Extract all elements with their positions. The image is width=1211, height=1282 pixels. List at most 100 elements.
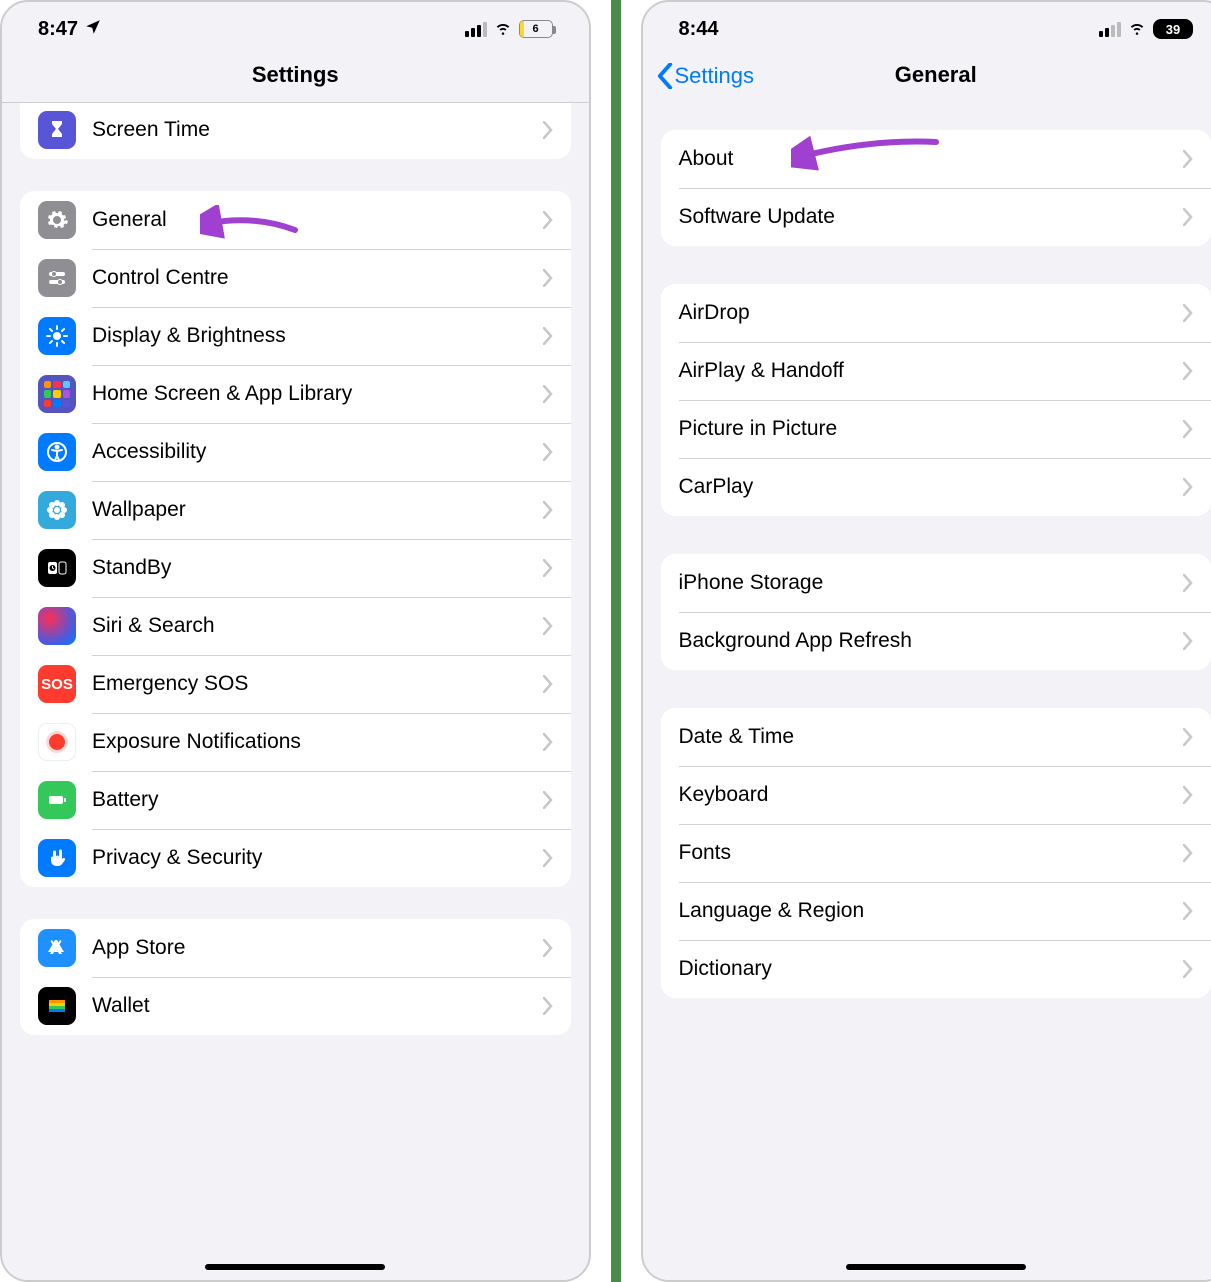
row-label: General: [92, 208, 543, 232]
wifi-icon: [493, 17, 513, 42]
row-label: Screen Time: [92, 118, 543, 142]
row-control-centre[interactable]: Control Centre: [20, 249, 571, 307]
back-button[interactable]: Settings: [657, 63, 755, 89]
home-indicator[interactable]: [205, 1264, 385, 1270]
row-fonts[interactable]: Fonts: [661, 824, 1211, 882]
row-label: Siri & Search: [92, 614, 543, 638]
row-carplay[interactable]: CarPlay: [661, 458, 1211, 516]
row-label: Keyboard: [679, 783, 1184, 807]
row-home-screen[interactable]: Home Screen & App Library: [20, 365, 571, 423]
wifi-icon: [1127, 17, 1147, 42]
row-emergency-sos[interactable]: SOS Emergency SOS: [20, 655, 571, 713]
chevron-right-icon: [1183, 150, 1193, 168]
row-wallpaper[interactable]: Wallpaper: [20, 481, 571, 539]
hand-icon: [38, 839, 76, 877]
row-battery[interactable]: Battery: [20, 771, 571, 829]
chevron-right-icon: [543, 269, 553, 287]
row-picture-in-picture[interactable]: Picture in Picture: [661, 400, 1211, 458]
status-bar: 8:44 39: [643, 2, 1211, 50]
row-privacy-security[interactable]: Privacy & Security: [20, 829, 571, 887]
row-dictionary[interactable]: Dictionary: [661, 940, 1211, 998]
group-storage: iPhone Storage Background App Refresh: [661, 554, 1211, 670]
general-list: About Software Update AirDrop AirPlay & …: [643, 102, 1211, 1280]
row-wallet[interactable]: Wallet: [20, 977, 571, 1035]
row-siri-search[interactable]: Siri & Search: [20, 597, 571, 655]
chevron-right-icon: [543, 501, 553, 519]
chevron-right-icon: [1183, 786, 1193, 804]
group-locale: Date & Time Keyboard Fonts Language & Re…: [661, 708, 1211, 998]
status-time: 8:44: [679, 18, 719, 41]
row-language-region[interactable]: Language & Region: [661, 882, 1211, 940]
row-iphone-storage[interactable]: iPhone Storage: [661, 554, 1211, 612]
chevron-right-icon: [543, 791, 553, 809]
chevron-right-icon: [1183, 728, 1193, 746]
row-label: Picture in Picture: [679, 417, 1184, 441]
chevron-right-icon: [1183, 208, 1193, 226]
row-accessibility[interactable]: Accessibility: [20, 423, 571, 481]
row-software-update[interactable]: Software Update: [661, 188, 1211, 246]
chevron-right-icon: [1183, 574, 1193, 592]
chevron-right-icon: [543, 559, 553, 577]
settings-screen: 8:47 6 Settings Screen Time: [0, 0, 591, 1282]
location-icon: [84, 18, 102, 41]
general-screen: 8:44 39 Settings General About: [641, 0, 1211, 1282]
nav-bar: Settings: [2, 50, 589, 103]
row-background-app-refresh[interactable]: Background App Refresh: [661, 612, 1211, 670]
chevron-right-icon: [1183, 478, 1193, 496]
appstore-icon: [38, 929, 76, 967]
page-title: Settings: [252, 62, 339, 87]
flower-icon: [38, 491, 76, 529]
row-label: CarPlay: [679, 475, 1184, 499]
row-airplay-handoff[interactable]: AirPlay & Handoff: [661, 342, 1211, 400]
row-screen-time[interactable]: Screen Time: [20, 103, 571, 159]
row-general[interactable]: General: [20, 191, 571, 249]
gear-icon: [38, 201, 76, 239]
chevron-right-icon: [1183, 844, 1193, 862]
cellular-icon: [465, 22, 487, 37]
chevron-right-icon: [1183, 960, 1193, 978]
back-label: Settings: [675, 63, 755, 89]
chevron-right-icon: [1183, 362, 1193, 380]
chevron-right-icon: [543, 849, 553, 867]
chevron-right-icon: [543, 121, 553, 139]
row-app-store[interactable]: App Store: [20, 919, 571, 977]
row-display-brightness[interactable]: Display & Brightness: [20, 307, 571, 365]
chevron-right-icon: [543, 443, 553, 461]
row-label: Fonts: [679, 841, 1184, 865]
row-standby[interactable]: StandBy: [20, 539, 571, 597]
row-keyboard[interactable]: Keyboard: [661, 766, 1211, 824]
row-label: Battery: [92, 788, 543, 812]
row-airdrop[interactable]: AirDrop: [661, 284, 1211, 342]
row-label: Exposure Notifications: [92, 730, 543, 754]
row-label: App Store: [92, 936, 543, 960]
battery-row-icon: [38, 781, 76, 819]
row-label: Date & Time: [679, 725, 1184, 749]
row-label: Accessibility: [92, 440, 543, 464]
row-about[interactable]: About: [661, 130, 1211, 188]
row-label: AirPlay & Handoff: [679, 359, 1184, 383]
sliders-icon: [38, 259, 76, 297]
chevron-right-icon: [543, 327, 553, 345]
chevron-right-icon: [543, 939, 553, 957]
group-airplay: AirDrop AirPlay & Handoff Picture in Pic…: [661, 284, 1211, 516]
nav-bar: Settings General: [643, 50, 1211, 102]
row-exposure-notifications[interactable]: Exposure Notifications: [20, 713, 571, 771]
chevron-right-icon: [1183, 902, 1193, 920]
sos-icon: SOS: [38, 665, 76, 703]
chevron-right-icon: [1183, 420, 1193, 438]
app-grid-icon: [38, 375, 76, 413]
chevron-right-icon: [543, 385, 553, 403]
group-screentime: Screen Time: [20, 103, 571, 159]
chevron-right-icon: [543, 997, 553, 1015]
chevron-right-icon: [543, 733, 553, 751]
chevron-right-icon: [543, 211, 553, 229]
row-label: Control Centre: [92, 266, 543, 290]
settings-list: Screen Time General Control Centre: [2, 103, 589, 1280]
chevron-right-icon: [1183, 632, 1193, 650]
row-date-time[interactable]: Date & Time: [661, 708, 1211, 766]
status-time: 8:47: [38, 18, 78, 41]
row-label: Software Update: [679, 205, 1184, 229]
battery-icon: 39: [1153, 19, 1193, 39]
home-indicator[interactable]: [846, 1264, 1026, 1270]
battery-icon: 6: [519, 20, 553, 38]
